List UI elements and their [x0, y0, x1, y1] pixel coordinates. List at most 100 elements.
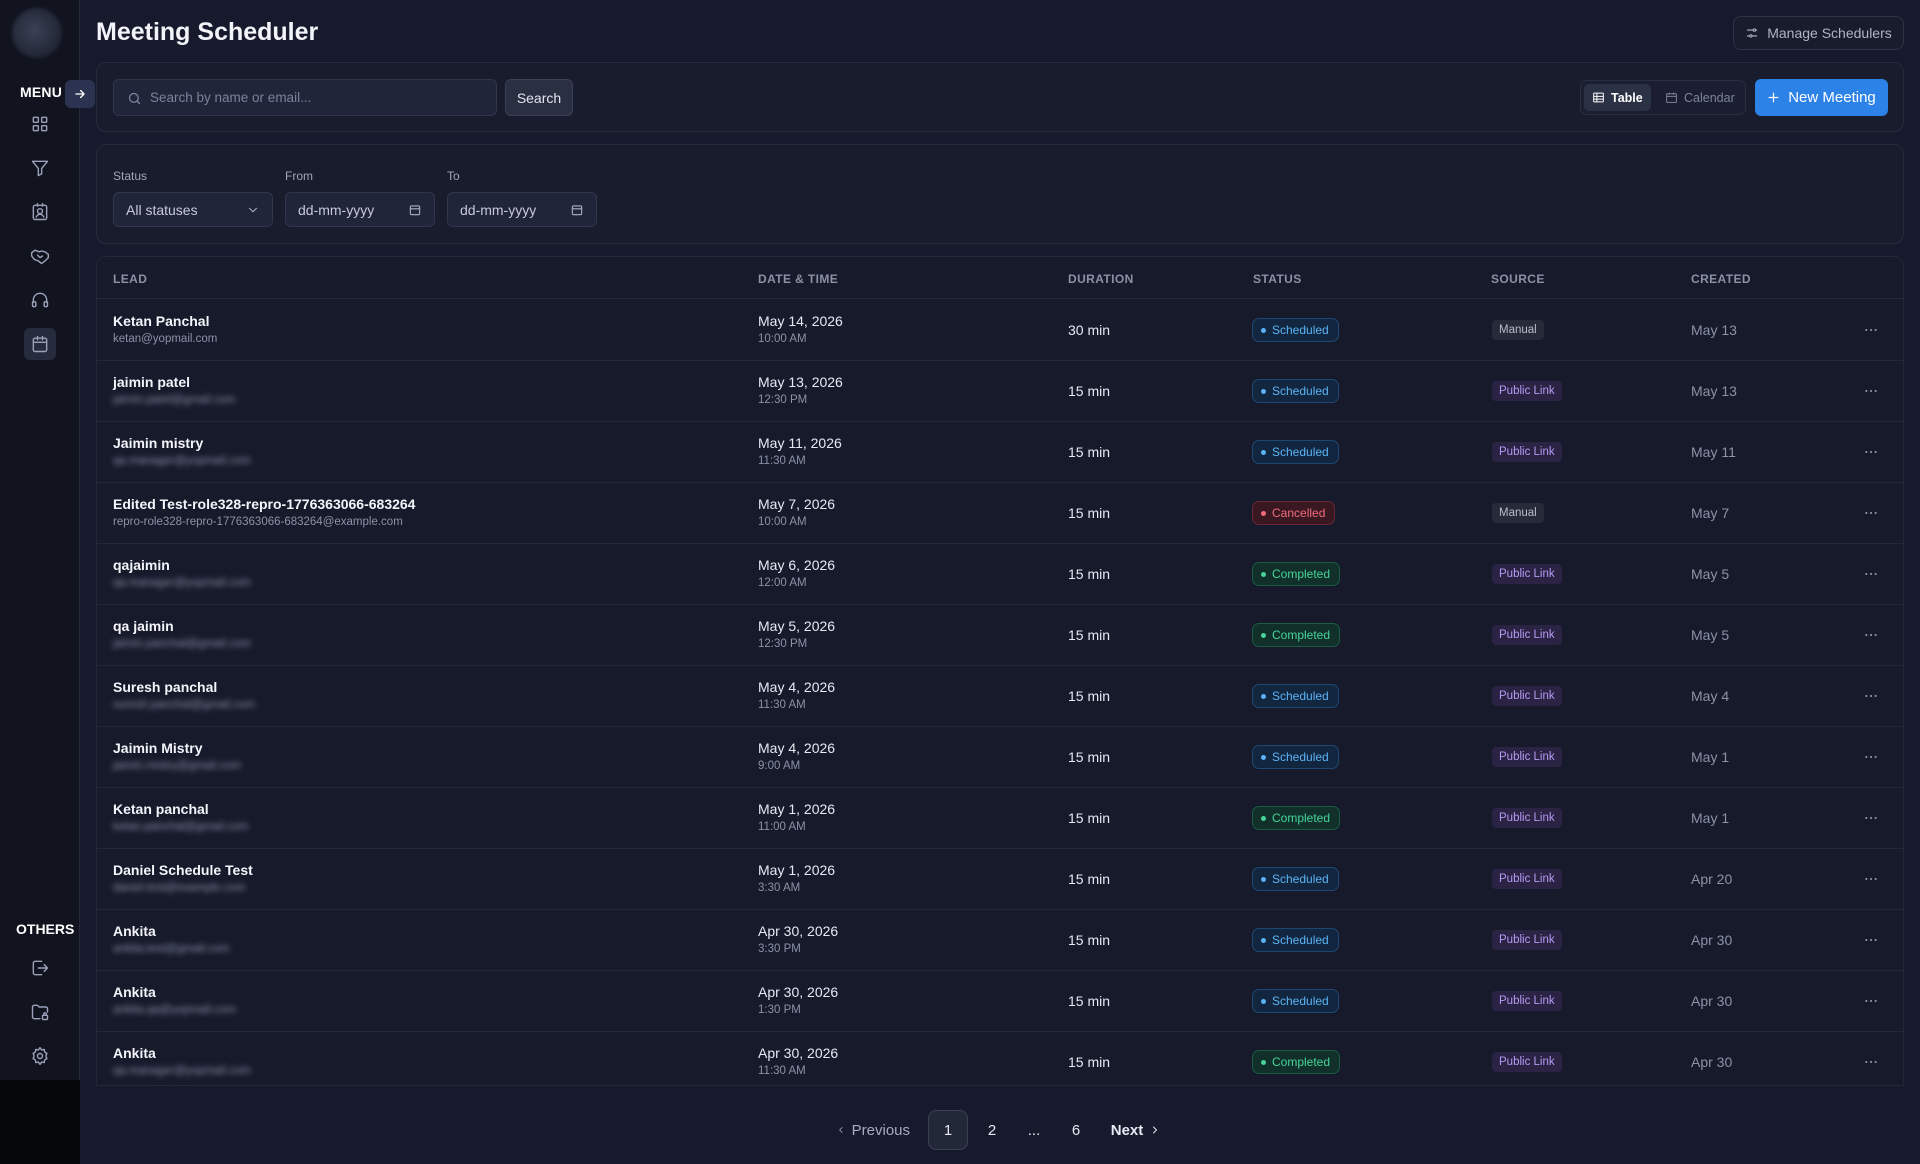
lead-name[interactable]: Ketan panchal — [113, 801, 209, 817]
sidebar-item-deals[interactable] — [24, 240, 56, 272]
status-text: Scheduled — [1272, 872, 1329, 886]
status-dot — [1261, 1059, 1266, 1065]
sidebar-item-support[interactable] — [24, 284, 56, 316]
calendar-icon — [32, 335, 48, 353]
status-text: Completed — [1272, 811, 1331, 825]
row-actions-menu[interactable] — [1863, 1054, 1879, 1070]
sidebar-item-files[interactable] — [24, 996, 56, 1028]
row-actions-menu[interactable] — [1863, 810, 1879, 826]
table-row[interactable]: Ankita ankita.test@gmail.com Apr 30, 2026 3… — [97, 910, 1903, 971]
column-header-date-time: DATE & TIME — [758, 272, 839, 286]
row-actions-menu[interactable] — [1863, 322, 1879, 338]
page-button-2[interactable]: 2 — [972, 1110, 1012, 1150]
table-row[interactable]: Ankita qa.manager@yopmail.com Apr 30, 2026… — [97, 1032, 1903, 1085]
status-badge: Scheduled — [1252, 928, 1339, 952]
meeting-time: 12:30 PM — [758, 394, 808, 406]
table-row[interactable]: Edited Test-role328-repro-1776363066-683… — [97, 483, 1903, 544]
row-actions-menu[interactable] — [1863, 932, 1879, 948]
funnel-icon — [31, 160, 49, 177]
next-page-button[interactable]: Next — [1108, 1110, 1164, 1150]
more-horizontal-icon — [1865, 511, 1877, 515]
sidebar-item-settings[interactable] — [24, 1040, 56, 1072]
status-dot — [1261, 449, 1266, 455]
search-input[interactable] — [150, 80, 490, 115]
new-meeting-button[interactable]: New Meeting — [1755, 79, 1888, 116]
table-row[interactable]: Ketan Panchal ketan@yopmail.com May 14, 20… — [97, 300, 1903, 361]
from-date-input[interactable]: dd-mm-yyyy — [285, 192, 435, 227]
view-table-button[interactable]: Table — [1584, 84, 1651, 111]
source-badge: Manual — [1492, 503, 1544, 523]
meeting-time: 11:30 AM — [758, 455, 806, 467]
lead-name[interactable]: Jaimin Mistry — [113, 740, 202, 756]
avatar[interactable] — [12, 8, 62, 58]
meeting-duration: 15 min — [1068, 1054, 1111, 1070]
row-actions-menu[interactable] — [1863, 383, 1879, 399]
lead-name[interactable]: qa jaimin — [113, 618, 174, 634]
lead-name[interactable]: Edited Test-role328-repro-1776363066-683… — [113, 496, 415, 512]
status-select[interactable]: All statuses — [113, 192, 273, 227]
status-dot — [1261, 388, 1266, 394]
more-horizontal-icon — [1865, 572, 1877, 576]
table-row[interactable]: Ankita ankita.qa@yopmail.com Apr 30, 2026 1… — [97, 971, 1903, 1032]
previous-page-button[interactable]: Previous — [836, 1110, 910, 1150]
lead-name[interactable]: Ketan Panchal — [113, 313, 209, 329]
meeting-date: May 6, 2026 — [758, 557, 836, 573]
lead-name[interactable]: Ankita — [113, 1045, 156, 1061]
created-date: May 5 — [1691, 627, 1730, 643]
sidebar-item-meetings[interactable] — [24, 328, 56, 360]
status-dot — [1261, 632, 1266, 638]
status-text: Completed — [1272, 628, 1331, 642]
sidebar-item-contacts[interactable] — [24, 196, 56, 228]
table-row[interactable]: Jaimin mistry qa.manager@yopmail.com May 1… — [97, 422, 1903, 483]
previous-label: Previous — [851, 1121, 910, 1139]
row-actions-menu[interactable] — [1863, 627, 1879, 643]
created-date: Apr 30 — [1691, 932, 1733, 948]
table-row[interactable]: jaimin patel jaimin.patel@gmail.com May 13… — [97, 361, 1903, 422]
lead-email: ketan@yopmail.com — [113, 333, 218, 345]
to-date-input[interactable]: dd-mm-yyyy — [447, 192, 597, 227]
sidebar-item-funnel[interactable] — [24, 152, 56, 184]
lead-name[interactable]: Ankita — [113, 984, 156, 1000]
table-row[interactable]: Ketan panchal ketan.panchal@gmail.com May … — [97, 788, 1903, 849]
lead-name[interactable]: Suresh panchal — [113, 679, 217, 695]
row-actions-menu[interactable] — [1863, 993, 1879, 1009]
more-horizontal-icon — [1865, 938, 1877, 942]
lead-name[interactable]: jaimin patel — [113, 374, 190, 390]
row-actions-menu[interactable] — [1863, 688, 1879, 704]
table-row[interactable]: Jaimin Mistry jaimin.mistry@gmail.com May … — [97, 727, 1903, 788]
view-toggle: Table Calendar — [1580, 80, 1746, 115]
manage-schedulers-button[interactable]: Manage Schedulers — [1733, 16, 1904, 50]
search-button[interactable]: Search — [505, 79, 573, 116]
lead-name[interactable]: Ankita — [113, 923, 156, 939]
view-calendar-label: Calendar — [1684, 90, 1735, 105]
row-actions-menu[interactable] — [1863, 444, 1879, 460]
more-horizontal-icon — [1865, 999, 1877, 1003]
sidebar-item-dashboard[interactable] — [24, 108, 56, 140]
row-actions-menu[interactable] — [1863, 505, 1879, 521]
meeting-duration: 15 min — [1068, 688, 1111, 704]
search-field — [113, 79, 497, 116]
lead-name[interactable]: Daniel Schedule Test — [113, 862, 253, 878]
source-badge: Public Link — [1492, 1052, 1562, 1072]
folder-lock-icon — [31, 1004, 49, 1021]
sidebar-item-logout[interactable] — [24, 952, 56, 984]
meeting-date: May 7, 2026 — [758, 496, 836, 512]
sidebar-expand-button[interactable] — [65, 80, 95, 108]
lead-email: ankita.test@gmail.com — [113, 943, 230, 955]
lead-name[interactable]: qajaimin — [113, 557, 170, 573]
table-row[interactable]: Suresh panchal suresh.panchal@gmail.com Ma… — [97, 666, 1903, 727]
row-actions-menu[interactable] — [1863, 566, 1879, 582]
row-actions-menu[interactable] — [1863, 749, 1879, 765]
chevron-right-icon — [1153, 1126, 1158, 1134]
row-actions-menu[interactable] — [1863, 871, 1879, 887]
view-calendar-button[interactable]: Calendar — [1657, 84, 1743, 111]
column-header-lead: LEAD — [113, 272, 148, 286]
meeting-time: 10:00 AM — [758, 333, 807, 345]
table-row[interactable]: qa jaimin jaimin.panchal@gmail.com May 5, … — [97, 605, 1903, 666]
table-row[interactable]: Daniel Schedule Test daniel.test@example.… — [97, 849, 1903, 910]
lead-name[interactable]: Jaimin mistry — [113, 435, 203, 451]
page-button-1[interactable]: 1 — [928, 1110, 968, 1150]
page-button-6[interactable]: 6 — [1056, 1110, 1096, 1150]
table-icon — [1593, 92, 1604, 103]
table-row[interactable]: qajaimin qa.manager@yopmail.com May 6, 202… — [97, 544, 1903, 605]
